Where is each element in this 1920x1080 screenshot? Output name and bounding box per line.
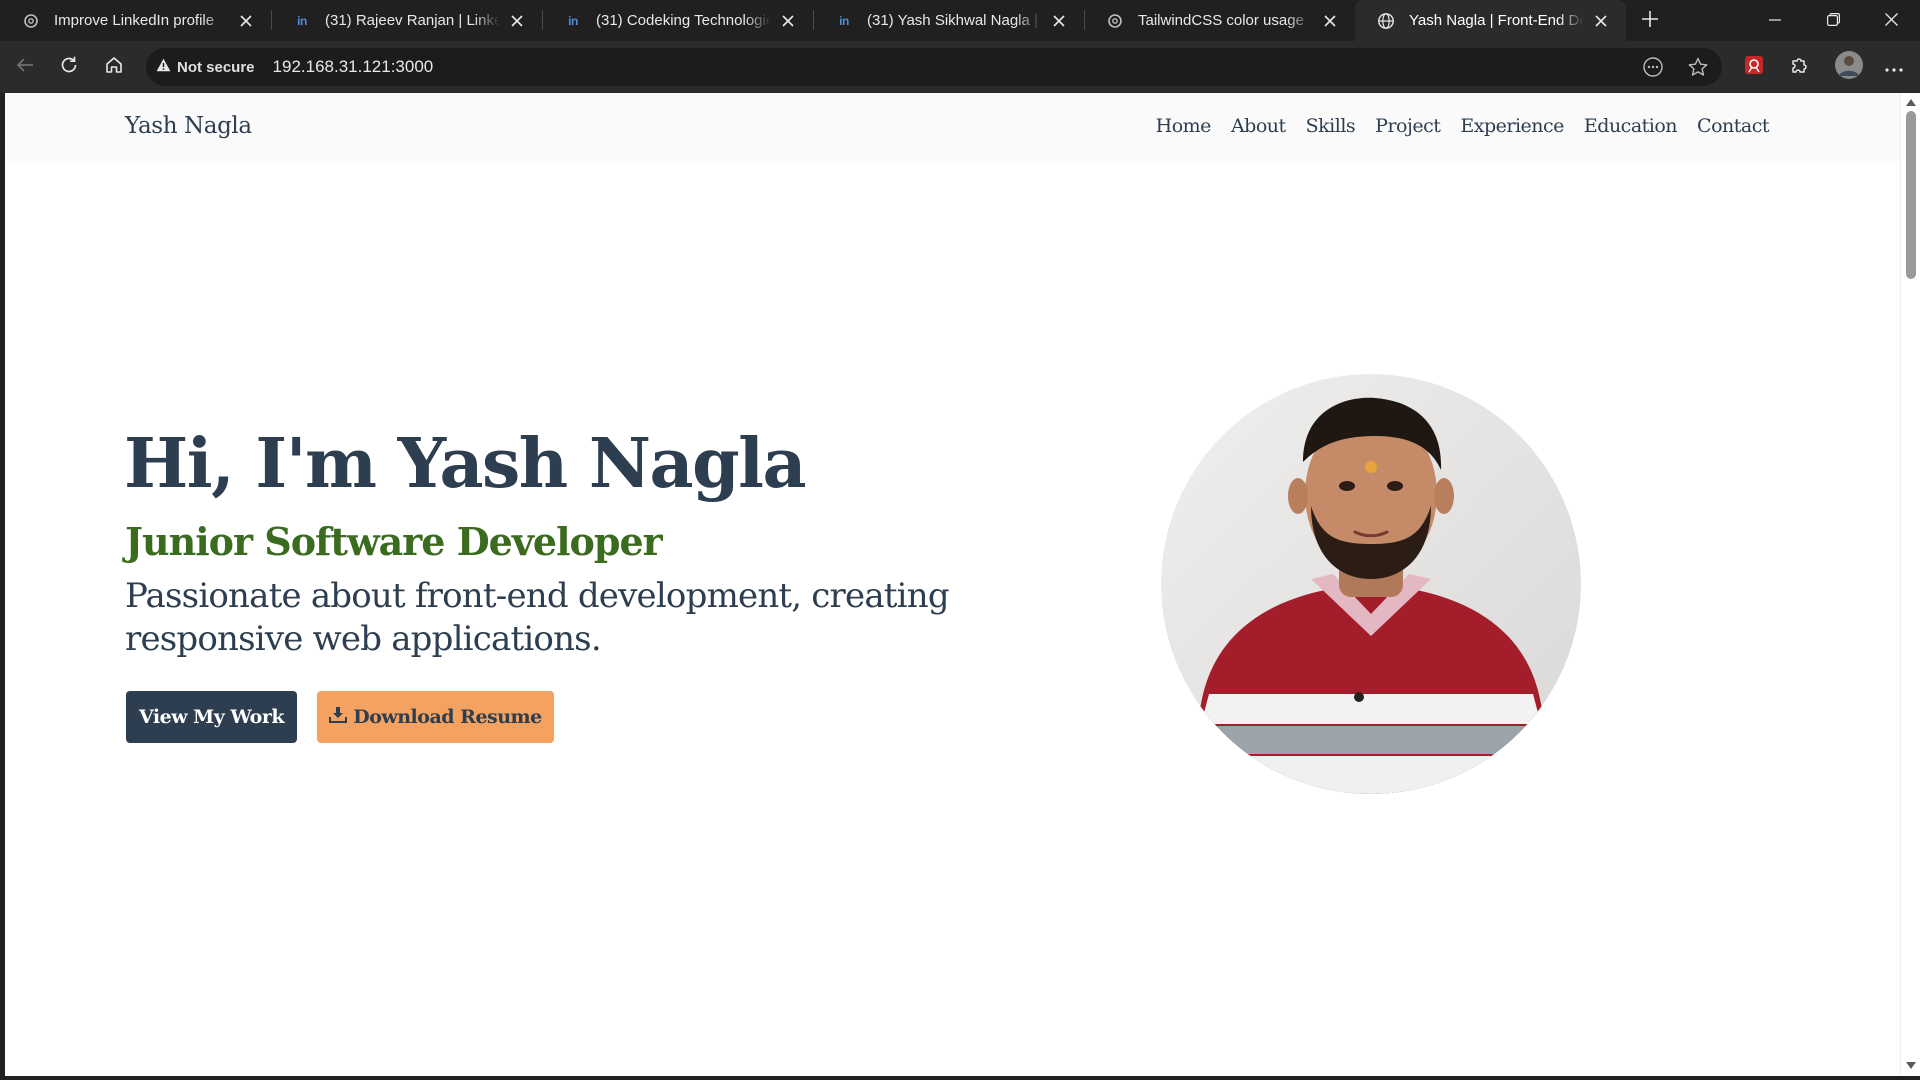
linkedin-icon: in — [297, 13, 307, 28]
extensions-menu-button[interactable] — [1782, 50, 1816, 84]
minimize-icon — [1769, 11, 1781, 30]
profile-avatar-icon — [1834, 50, 1864, 84]
window-bottom-border — [0, 1076, 1920, 1080]
hero-role: Junior Software Developer — [125, 519, 663, 564]
refresh-button[interactable] — [52, 50, 86, 84]
extension-red-icon — [1744, 55, 1764, 79]
minimize-button[interactable] — [1746, 0, 1804, 41]
close-icon[interactable] — [777, 10, 799, 32]
download-resume-button[interactable]: Download Resume — [317, 691, 554, 743]
new-tab-button[interactable] — [1630, 0, 1670, 41]
favorite-star-icon[interactable] — [1681, 50, 1715, 84]
tab-title: (31) Codeking Technologies P — [596, 12, 771, 29]
tab-title: Improve LinkedIn profile — [54, 12, 215, 29]
close-icon[interactable] — [506, 10, 528, 32]
restore-button[interactable] — [1804, 0, 1862, 41]
home-button[interactable] — [97, 50, 131, 84]
site-nav-links: Home About Skills Project Experience Edu… — [1136, 115, 1770, 137]
scroll-up-arrow-icon[interactable] — [1906, 97, 1916, 107]
tab-title: TailwindCSS color usage — [1138, 12, 1304, 29]
tab-yash-sikhwal-nagla[interactable]: in (31) Yash Sikhwal Nagla | Link — [813, 0, 1084, 41]
close-window-button[interactable] — [1862, 0, 1920, 41]
back-button[interactable] — [8, 50, 42, 84]
close-icon[interactable] — [235, 10, 257, 32]
nav-link-about[interactable]: About — [1231, 115, 1286, 137]
puzzle-icon — [1789, 55, 1809, 79]
tab-title: (31) Yash Sikhwal Nagla | Link — [867, 12, 1042, 29]
nav-link-skills[interactable]: Skills — [1306, 115, 1356, 137]
refresh-icon — [59, 55, 79, 79]
tab-rajeev-ranjan[interactable]: in (31) Rajeev Ranjan | LinkedIn — [271, 0, 542, 41]
download-resume-label: Download Resume — [353, 706, 542, 728]
tab-tailwindcss-color-usage[interactable]: TailwindCSS color usage — [1084, 0, 1355, 41]
site-navbar: Yash Nagla Home About Skills Project Exp… — [5, 93, 1900, 161]
ellipsis-icon — [1884, 58, 1904, 77]
tab-codeking-technologies[interactable]: in (31) Codeking Technologies P — [542, 0, 813, 41]
view-my-work-label: View My Work — [138, 706, 285, 728]
plus-icon — [1641, 10, 1659, 32]
page-scrollbar[interactable] — [1900, 93, 1920, 1076]
scroll-thumb[interactable] — [1906, 111, 1916, 279]
restore-icon — [1826, 11, 1840, 30]
profile-button[interactable] — [1832, 50, 1866, 84]
close-icon[interactable] — [1048, 10, 1070, 32]
tab-strip: Improve LinkedIn profile in (31) Rajeev … — [0, 0, 1920, 41]
more-options-icon[interactable] — [1636, 50, 1670, 84]
profile-photo — [1161, 374, 1581, 794]
view-my-work-button[interactable]: View My Work — [126, 691, 297, 743]
page-viewport: Yash Nagla Home About Skills Project Exp… — [5, 93, 1900, 1076]
security-indicator[interactable]: Not secure — [156, 58, 255, 76]
scroll-down-arrow-icon[interactable] — [1906, 1060, 1916, 1070]
globe-icon — [1377, 12, 1395, 30]
home-icon — [104, 55, 124, 79]
window-controls — [1746, 0, 1920, 41]
tab-yash-nagla-portfolio[interactable]: Yash Nagla | Front-End Devel — [1355, 0, 1626, 41]
security-label: Not secure — [177, 58, 255, 76]
nav-link-contact[interactable]: Contact — [1697, 115, 1769, 137]
download-icon — [329, 706, 353, 729]
hero-tagline: Passionate about front-end development, … — [125, 576, 950, 659]
nav-link-home[interactable]: Home — [1156, 115, 1212, 137]
warning-icon — [156, 58, 177, 76]
nav-link-experience[interactable]: Experience — [1460, 115, 1564, 137]
extension-button[interactable] — [1737, 50, 1771, 84]
hero-heading: Hi, I'm Yash Nagla — [124, 424, 807, 504]
close-icon[interactable] — [1590, 10, 1612, 32]
openai-icon — [22, 12, 40, 30]
site-logo[interactable]: Yash Nagla — [125, 113, 252, 139]
linkedin-icon: in — [839, 13, 849, 28]
close-icon[interactable] — [1319, 10, 1341, 32]
nav-link-education[interactable]: Education — [1584, 115, 1678, 137]
back-arrow-icon — [15, 55, 35, 79]
tab-title: Yash Nagla | Front-End Devel — [1409, 12, 1584, 29]
close-icon — [1884, 11, 1898, 30]
browser-toolbar: Not secure 192.168.31.121:3000 — [0, 41, 1920, 93]
linkedin-icon: in — [568, 13, 578, 28]
settings-menu-button[interactable] — [1877, 50, 1911, 84]
url-text[interactable]: 192.168.31.121:3000 — [273, 57, 434, 77]
tab-improve-linkedin-profile[interactable]: Improve LinkedIn profile — [0, 0, 271, 41]
openai-icon — [1106, 12, 1124, 30]
tab-title: (31) Rajeev Ranjan | LinkedIn — [325, 12, 500, 29]
address-bar[interactable]: Not secure 192.168.31.121:3000 — [146, 48, 1722, 86]
nav-link-project[interactable]: Project — [1375, 115, 1441, 137]
